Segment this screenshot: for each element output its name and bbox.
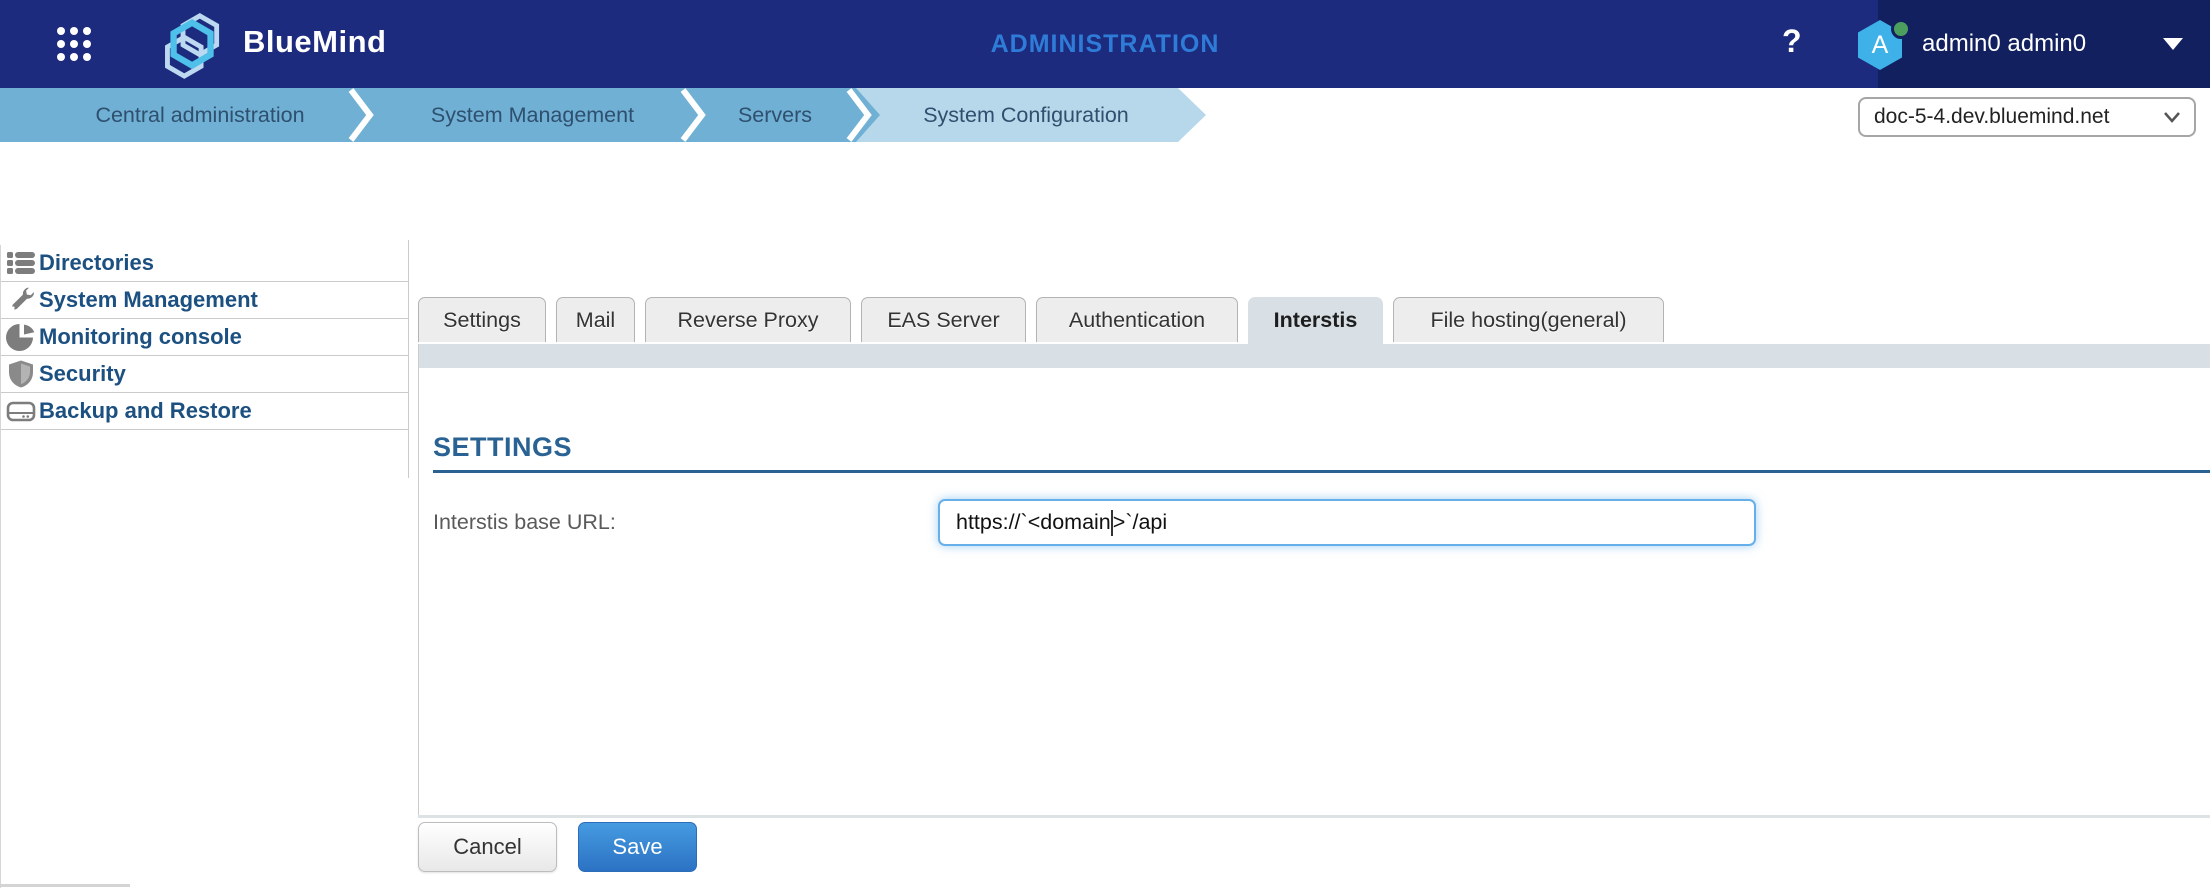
content-bottom-border (418, 815, 2210, 818)
sidebar-item-label: System Management (39, 287, 258, 313)
sidebar-item-security[interactable]: Security (1, 356, 409, 393)
tab-interstis[interactable]: Interstis (1248, 297, 1383, 344)
content-left-border (418, 344, 419, 817)
section-title: SETTINGS (433, 432, 572, 463)
sidebar-item-label: Monitoring console (39, 324, 242, 350)
breadcrumb: Central administration System Management… (0, 88, 2210, 142)
sidebar-item-backup-and-restore[interactable]: Backup and Restore (1, 393, 409, 430)
sidebar-item-label: Backup and Restore (39, 398, 252, 424)
user-menu-caret-icon[interactable] (2163, 38, 2183, 50)
breadcrumb-item-system-configuration[interactable]: System Configuration (882, 88, 1170, 142)
brand-name: BlueMind (243, 24, 387, 60)
input-value-after-caret: >`/api (1113, 510, 1167, 535)
tab-authentication[interactable]: Authentication (1036, 297, 1238, 342)
help-icon[interactable]: ? (1782, 23, 1802, 60)
server-selector-value: doc-5-4.dev.bluemind.net (1874, 105, 2109, 129)
sidebar-item-label: Security (39, 361, 126, 387)
top-bar: BlueMind ADMINISTRATION ? A admin0 admin… (0, 0, 2210, 88)
hard-drive-icon (6, 396, 36, 426)
pie-chart-icon (6, 322, 36, 352)
tab-settings[interactable]: Settings (418, 297, 546, 342)
sidebar-bottom-border (0, 884, 130, 887)
tab-content-header-band (418, 344, 2210, 368)
tab-mail[interactable]: Mail (556, 297, 635, 342)
breadcrumb-item-system-management[interactable]: System Management (385, 88, 680, 142)
section-title-rule (433, 470, 2210, 473)
sidebar-right-border (408, 240, 409, 478)
sidebar-item-directories[interactable]: Directories (1, 245, 409, 282)
interstis-base-url-input[interactable]: https://`<domain >`/api (938, 499, 1756, 546)
breadcrumb-item-central-administration[interactable]: Central administration (40, 88, 360, 142)
sidebar: Directories System Management Monitoring… (0, 245, 409, 888)
sidebar-item-monitoring-console[interactable]: Monitoring console (1, 319, 409, 356)
server-selector-dropdown[interactable]: doc-5-4.dev.bluemind.net (1858, 97, 2196, 137)
cancel-button[interactable]: Cancel (418, 822, 557, 872)
input-value-before-caret: https://`<domain (956, 510, 1111, 535)
save-button[interactable]: Save (578, 822, 697, 872)
user-name[interactable]: admin0 admin0 (1922, 30, 2142, 58)
shield-icon (6, 359, 36, 389)
tab-bar: Settings Mail Reverse Proxy EAS Server A… (418, 297, 1664, 344)
presence-status-icon (1891, 19, 1911, 39)
bluemind-logo-icon (156, 10, 232, 80)
directories-list-icon (6, 248, 36, 278)
wrench-icon (6, 285, 36, 315)
chevron-down-icon (2162, 110, 2182, 124)
breadcrumb-item-servers[interactable]: Servers (700, 88, 850, 142)
sidebar-item-system-management[interactable]: System Management (1, 282, 409, 319)
tab-reverse-proxy[interactable]: Reverse Proxy (645, 297, 851, 342)
administration-page: BlueMind ADMINISTRATION ? A admin0 admin… (0, 0, 2210, 890)
app-launcher-icon[interactable] (57, 27, 93, 63)
interstis-base-url-label: Interstis base URL: (433, 510, 616, 535)
sidebar-item-label: Directories (39, 250, 154, 276)
tab-eas-server[interactable]: EAS Server (861, 297, 1026, 342)
tab-file-hosting-general[interactable]: File hosting(general) (1393, 297, 1664, 342)
